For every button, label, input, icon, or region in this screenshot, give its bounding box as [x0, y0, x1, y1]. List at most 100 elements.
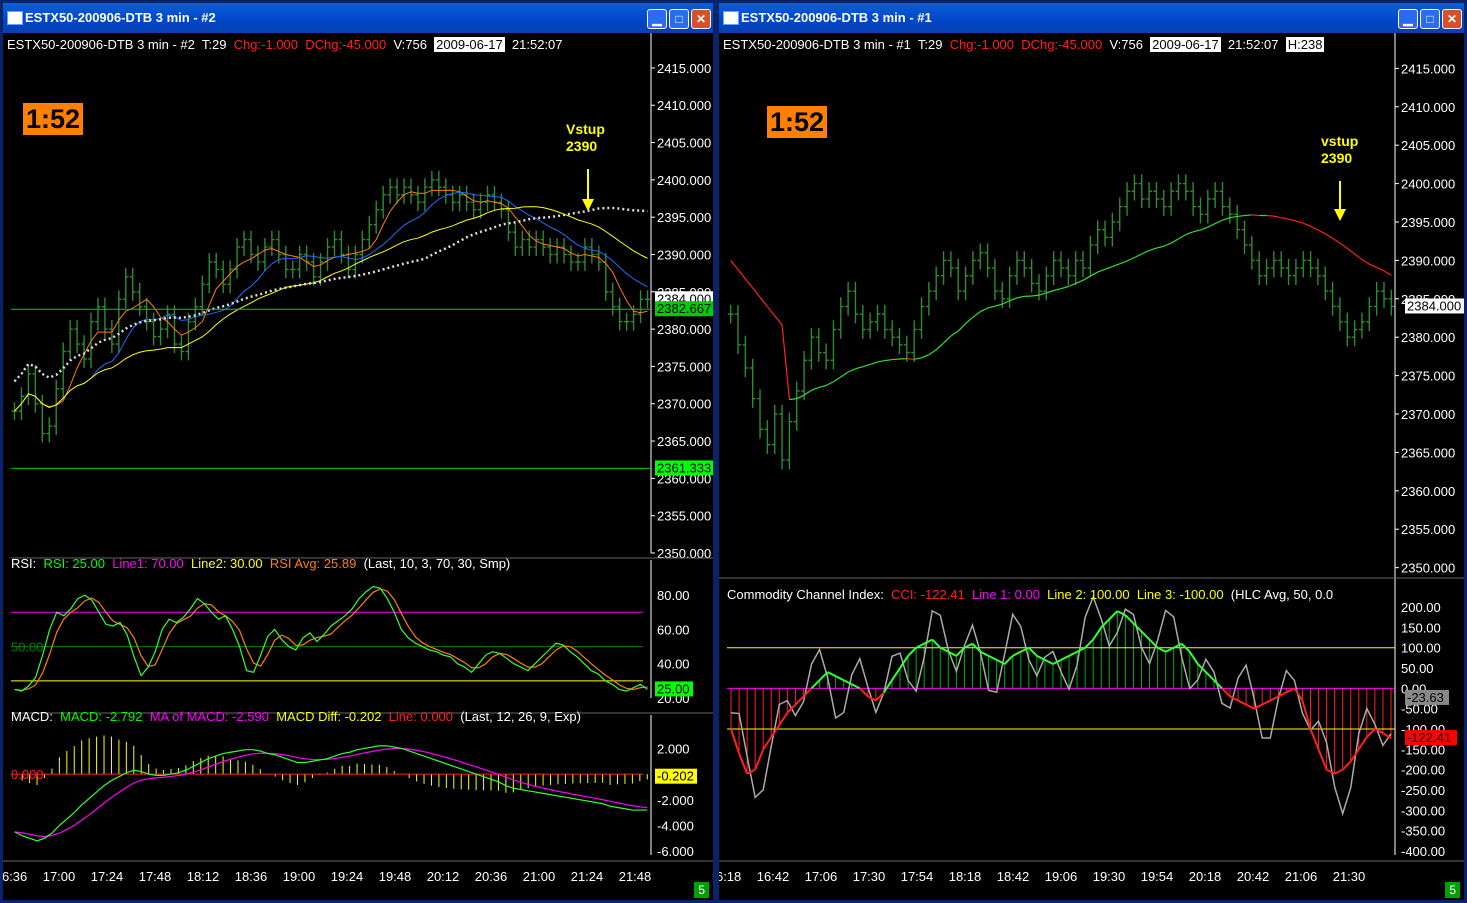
- price-tick-label: 2380.000: [657, 322, 711, 337]
- trend-ma-segment: [825, 381, 834, 387]
- entry-arrow-head: [582, 199, 594, 211]
- time-label: 21:48: [619, 869, 652, 884]
- trend-ma-segment: [781, 324, 790, 400]
- price-tick-label: 2400.000: [657, 173, 711, 188]
- rsi-tick-label: 40.00: [657, 657, 690, 672]
- trend-ma-segment: [833, 376, 842, 383]
- cci-line-segment: [1285, 687, 1295, 694]
- maximize-button[interactable]: □: [669, 9, 689, 29]
- macd-tick-label: -4.000: [657, 818, 694, 833]
- cci-tick-label: 100.00: [1401, 641, 1441, 656]
- price-tick-label: 2370.000: [1401, 407, 1455, 422]
- cci-line-segment: [1317, 748, 1328, 771]
- cci-tick-label: 150.00: [1401, 620, 1441, 635]
- maximize-button[interactable]: □: [1420, 9, 1440, 29]
- cci-line-segment: [1237, 699, 1247, 706]
- trend-ma-segment: [972, 311, 981, 318]
- trend-ma-segment: [965, 316, 974, 325]
- cci-line-segment: [738, 753, 749, 775]
- trend-ma-segment: [1237, 214, 1245, 218]
- chart-window-left[interactable]: ESTX50-200906-DTB 3 min - #2 ▁ □ ✕ ESTX5…: [0, 0, 716, 903]
- cci-line-segment: [1140, 630, 1151, 641]
- cci-line-segment: [1341, 760, 1352, 771]
- cci-label: Commodity Channel Index: CCI: -122.41 Li…: [727, 587, 1334, 602]
- price-tick-label: 2380.000: [1401, 330, 1455, 345]
- time-badge: 1:52: [23, 103, 84, 135]
- cci-line-segment: [818, 671, 829, 681]
- cci-line-segment: [915, 642, 925, 649]
- price-tick-label: 2390.000: [657, 247, 711, 262]
- macd-tick-label: -6.000: [657, 844, 694, 859]
- trend-ma-segment: [1170, 238, 1179, 244]
- rsi-mid-tag: 50.00: [11, 640, 44, 655]
- cci-line-segment: [1366, 728, 1376, 738]
- window-titlebar[interactable]: ESTX50-200906-DTB 3 min - #2 ▁ □ ✕: [3, 3, 713, 33]
- trend-ma-segment: [803, 389, 812, 396]
- time-label: 19:48: [379, 869, 412, 884]
- time-label: 17:48: [139, 869, 172, 884]
- cci-line-segment: [810, 679, 821, 690]
- cci-line-segment: [851, 683, 861, 690]
- price-tick-label: 2395.000: [657, 210, 711, 225]
- cci-line-segment: [1084, 638, 1094, 649]
- minimize-button[interactable]: ▁: [1398, 9, 1418, 29]
- trend-ma-segment: [855, 366, 863, 370]
- rsi-tick-label: 80.00: [657, 588, 690, 603]
- time-label: 17:24: [91, 869, 124, 884]
- time-label: 19:24: [331, 869, 364, 884]
- left-chart-canvas[interactable]: 2415.000 2410.000 2405.000 2400.000 2395.000…: [3, 33, 713, 903]
- trend-ma-segment: [1339, 242, 1348, 249]
- trend-ma-segment: [1361, 258, 1370, 265]
- price-tick-label: 2400.000: [1401, 177, 1455, 192]
- trend-ma-segment: [914, 357, 922, 360]
- trend-ma-segment: [1038, 292, 1047, 296]
- cci-line-segment: [1157, 646, 1167, 653]
- time-label: 18:42: [997, 869, 1030, 884]
- cci-line-segment: [1044, 659, 1054, 665]
- trend-ma-segment: [877, 360, 885, 363]
- trend-ma-segment: [1192, 229, 1201, 233]
- trend-ma-segment: [1346, 247, 1355, 255]
- trend-ma-segment: [1141, 250, 1150, 255]
- app-icon: [7, 11, 23, 25]
- trend-ma-segment: [1288, 218, 1297, 222]
- trend-ma-segment: [862, 363, 871, 368]
- minimize-button[interactable]: ▁: [647, 9, 667, 29]
- trend-ma-segment: [1273, 215, 1282, 219]
- trend-ma-segment: [1200, 226, 1209, 231]
- price-tick-label: 2355.000: [1401, 522, 1455, 537]
- cci-line-segment: [1221, 687, 1231, 698]
- trend-ma-segment: [994, 303, 1003, 307]
- trend-ma-segment: [774, 315, 783, 326]
- trend-ma-segment: [1303, 222, 1311, 227]
- rsi-label: RSI: RSI: 25.00 Line1: 70.00 Line2: 30.0…: [11, 556, 511, 571]
- trend-ma-segment: [1244, 214, 1252, 217]
- price-tick-label: 2395.000: [1401, 215, 1455, 230]
- rsi-value-tag: 25.00: [657, 681, 690, 696]
- trend-ma-segment: [1134, 253, 1143, 259]
- cci-line-segment: [835, 675, 845, 682]
- trend-ma-segment: [1310, 225, 1319, 231]
- time-label: 20:36: [475, 869, 508, 884]
- time-label: 17:54: [901, 869, 934, 884]
- close-button[interactable]: ✕: [1442, 9, 1462, 29]
- entry-annotation: Vstup 2390: [566, 121, 605, 154]
- status-tag: 5: [1445, 882, 1460, 898]
- trend-ma-segment: [1317, 229, 1326, 235]
- trend-ma-segment: [744, 278, 754, 289]
- time-label: 18:12: [187, 869, 220, 884]
- trend-ma-segment: [789, 398, 797, 401]
- trend-ma-segment: [759, 296, 768, 307]
- chart-window-right[interactable]: ESTX50-200906-DTB 3 min - #1 ▁ □ ✕ ESTX5…: [716, 0, 1467, 903]
- cci-line-segment: [923, 638, 933, 645]
- price-tag: 2384.000: [1407, 298, 1461, 313]
- window-titlebar[interactable]: ESTX50-200906-DTB 3 min - #1 ▁ □ ✕: [719, 3, 1464, 33]
- trend-ma-segment: [1185, 231, 1194, 236]
- time-label: 16:42: [757, 869, 790, 884]
- cci-line-segment: [1012, 650, 1022, 657]
- cci-line-segment: [1188, 651, 1199, 665]
- trend-ma-segment: [1178, 234, 1187, 240]
- close-button[interactable]: ✕: [691, 9, 711, 29]
- trend-ma-segment: [1156, 245, 1164, 249]
- cci-line-segment: [1060, 654, 1070, 661]
